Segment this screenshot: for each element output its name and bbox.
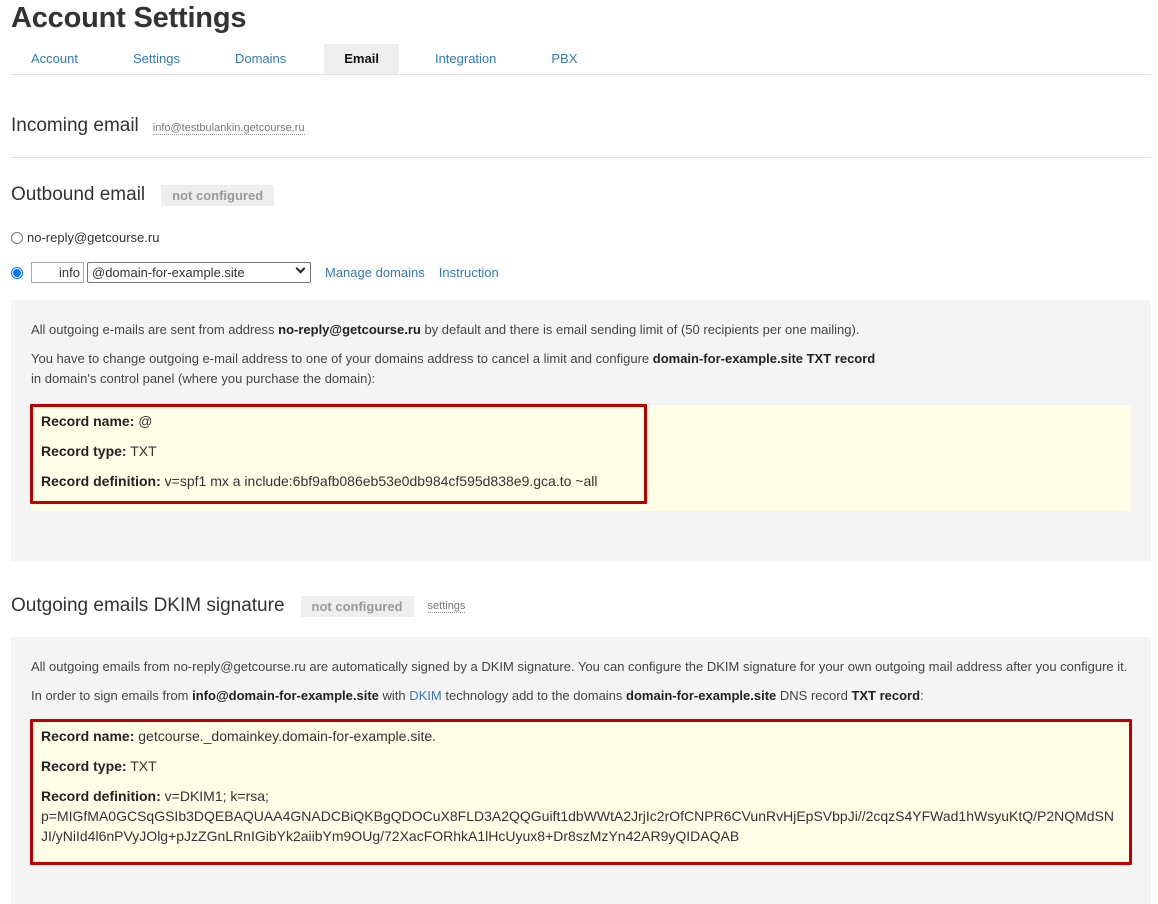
instruction-link[interactable]: Instruction: [439, 265, 499, 280]
dkim-title: Outgoing emails DKIM signature: [11, 595, 285, 616]
dkim-info-panel: All outgoing emails from no-reply@getcou…: [11, 637, 1151, 904]
outbound-info-p2: You have to change outgoing e-mail addre…: [31, 351, 876, 386]
incoming-email-section: Incoming email info@testbulankin.getcour…: [11, 115, 1151, 158]
radio-custom-row: info @domain-for-example.site Manage dom…: [11, 262, 1151, 283]
tab-integration[interactable]: Integration: [415, 44, 516, 74]
outbound-info-panel: All outgoing e-mails are sent from addre…: [11, 300, 1151, 561]
tab-account[interactable]: Account: [11, 44, 98, 74]
page-title: Account Settings: [11, 2, 247, 34]
tab-pbx[interactable]: PBX: [531, 44, 597, 74]
dkim-link[interactable]: DKIM: [409, 688, 442, 703]
radio-default-row: no-reply@getcourse.ru: [11, 230, 1151, 245]
outbound-email-header: Outbound email not configured: [11, 184, 1151, 206]
spf-record-type: Record type: TXT: [41, 443, 157, 459]
tab-settings[interactable]: Settings: [113, 44, 200, 74]
dkim-info-p1: All outgoing emails from no-reply@getcou…: [31, 659, 1128, 674]
incoming-email-address[interactable]: info@testbulankin.getcourse.ru: [152, 122, 305, 135]
spf-record-definition: Record definition: v=spf1 mx a include:6…: [41, 473, 598, 489]
local-part-input[interactable]: info: [31, 262, 84, 283]
dkim-info-p2: In order to sign emails from info@domain…: [31, 688, 924, 703]
chevron-down-icon: [295, 263, 306, 274]
tab-email[interactable]: Email: [324, 44, 399, 74]
tab-domains[interactable]: Domains: [215, 44, 306, 74]
outbound-info-p1: All outgoing e-mails are sent from addre…: [31, 322, 860, 337]
dkim-record-type: Record type: TXT: [41, 758, 157, 774]
dkim-record-name: Record name: getcourse._domainkey.domain…: [41, 728, 437, 744]
dkim-header: Outgoing emails DKIM signature not confi…: [11, 595, 1151, 617]
spf-record-name: Record name: @: [41, 413, 153, 429]
tab-bar: Account Settings Domains Email Integrati…: [11, 44, 1151, 75]
dkim-record-box: Record name: getcourse._domainkey.domain…: [30, 719, 1132, 865]
dkim-record-definition: Record definition: v=DKIM1; k=rsa; p=MIGf…: [41, 788, 1115, 844]
dkim-settings-link[interactable]: settings: [427, 600, 466, 613]
radio-default-sender[interactable]: [11, 231, 23, 244]
radio-default-label[interactable]: no-reply@getcourse.ru: [27, 230, 159, 245]
spf-record-box: Record name: @ Record type: TXT Record d…: [30, 404, 1131, 511]
dkim-status-badge: not configured: [300, 595, 414, 617]
domain-select[interactable]: @domain-for-example.site: [87, 262, 311, 283]
radio-custom-sender[interactable]: [11, 266, 23, 279]
outbound-email-title: Outbound email: [11, 184, 146, 205]
domain-select-value: @domain-for-example.site: [92, 265, 245, 280]
manage-domains-link[interactable]: Manage domains: [325, 265, 425, 280]
outbound-status-badge: not configured: [161, 184, 275, 206]
incoming-email-title: Incoming email: [11, 115, 139, 136]
